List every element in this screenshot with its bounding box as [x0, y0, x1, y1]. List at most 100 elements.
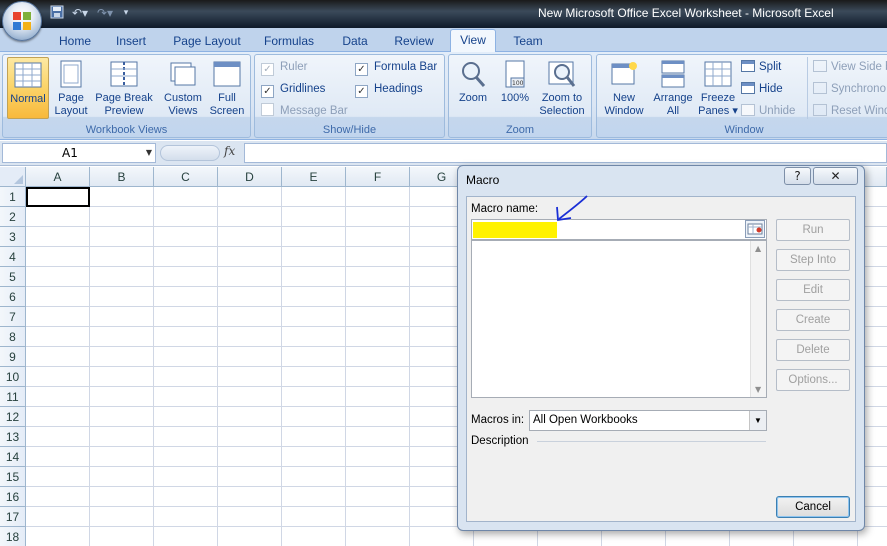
macro-list[interactable]: ▲ ▼	[471, 240, 767, 398]
chevron-down-icon[interactable]: ▼	[146, 144, 152, 162]
row-header[interactable]: 12	[0, 407, 26, 427]
row-header[interactable]: 5	[0, 267, 26, 287]
tab-insert[interactable]: Insert	[109, 32, 153, 52]
list-scrollbar[interactable]: ▲ ▼	[750, 241, 766, 397]
row-header[interactable]: 13	[0, 427, 26, 447]
zoom-selection-icon	[548, 61, 576, 87]
name-box[interactable]: A1 ▼	[2, 143, 156, 163]
unhide-window-icon	[741, 104, 755, 116]
row-header[interactable]: 1	[0, 187, 26, 207]
cancel-button[interactable]: Cancel	[776, 496, 850, 518]
row-header[interactable]: 4	[0, 247, 26, 267]
row-header[interactable]: 7	[0, 307, 26, 327]
office-button[interactable]	[2, 1, 42, 41]
headings-label: Headings	[374, 83, 423, 95]
row-header[interactable]: 10	[0, 367, 26, 387]
synchronous-scrolling-icon	[813, 82, 827, 94]
formula-bar-checkbox[interactable]: ✓ Formula Bar	[355, 58, 437, 76]
normal-view-label: Normal	[10, 93, 46, 105]
dialog-body: Macro name: ▲ ▼ Run Step Into Edit Creat…	[466, 195, 856, 522]
new-window-button[interactable]: New Window	[599, 57, 649, 119]
page-layout-icon	[60, 60, 82, 88]
customize-qat-icon[interactable]: ▾	[119, 5, 133, 21]
gridlines-checkbox[interactable]: ✓ Gridlines	[261, 80, 325, 98]
row-header[interactable]: 2	[0, 207, 26, 227]
create-button[interactable]: Create	[776, 309, 850, 331]
zoom-to-selection-button[interactable]: Zoom to Selection	[535, 57, 589, 119]
step-into-button[interactable]: Step Into	[776, 249, 850, 271]
tab-formulas[interactable]: Formulas	[259, 32, 319, 52]
custom-views-label: Custom Views	[164, 92, 202, 117]
page-layout-label: Page Layout	[54, 92, 88, 117]
headings-checkbox[interactable]: ✓ Headings	[355, 80, 423, 98]
zoom-to-selection-label: Zoom to Selection	[539, 92, 585, 117]
help-button[interactable]: ?	[784, 167, 811, 185]
delete-button[interactable]: Delete	[776, 339, 850, 361]
hide-window-button[interactable]: Hide	[741, 80, 783, 98]
unhide-window-button[interactable]: Unhide	[741, 102, 795, 120]
select-all-button[interactable]	[0, 167, 26, 187]
arrange-all-button[interactable]: Arrange All	[649, 57, 697, 119]
page-layout-view-button[interactable]: Page Layout	[51, 57, 91, 119]
column-header-f[interactable]: F	[346, 167, 410, 187]
macro-name-input[interactable]	[471, 219, 767, 240]
scroll-up-icon[interactable]: ▲	[755, 244, 761, 253]
undo-icon[interactable]: ↶▾	[69, 5, 91, 21]
group-window: New Window Arrange All Freeze Panes ▾ Sp…	[596, 54, 887, 138]
row-header[interactable]: 16	[0, 487, 26, 507]
group-label-window: Window	[724, 124, 764, 136]
column-header-d[interactable]: D	[218, 167, 282, 187]
full-screen-button[interactable]: Full Screen	[207, 57, 247, 119]
redo-icon[interactable]: ↷▾	[94, 5, 116, 21]
row-header[interactable]: 14	[0, 447, 26, 467]
column-header-b[interactable]: B	[90, 167, 154, 187]
row-header[interactable]: 8	[0, 327, 26, 347]
zoom-100-button[interactable]: 100 100%	[495, 57, 535, 119]
column-header-e[interactable]: E	[282, 167, 346, 187]
active-cell-a1[interactable]	[26, 187, 90, 207]
row-header[interactable]: 11	[0, 387, 26, 407]
reset-window-position-button[interactable]: Reset Wind	[813, 102, 887, 120]
row-header[interactable]: 6	[0, 287, 26, 307]
close-button[interactable]: ✕	[813, 167, 858, 185]
save-icon[interactable]	[48, 5, 66, 21]
ruler-checkbox[interactable]: ✓ Ruler	[261, 58, 307, 76]
tab-data[interactable]: Data	[335, 32, 375, 52]
scroll-down-icon[interactable]: ▼	[755, 385, 761, 394]
chevron-down-icon[interactable]: ▼	[749, 411, 766, 430]
ruler-label: Ruler	[280, 61, 308, 73]
formula-input[interactable]	[244, 143, 887, 163]
split-button[interactable]: Split	[741, 58, 781, 76]
edit-button[interactable]: Edit	[776, 279, 850, 301]
custom-views-button[interactable]: Custom Views	[159, 57, 207, 119]
normal-view-button[interactable]: Normal	[7, 57, 49, 119]
hide-label: Hide	[759, 83, 783, 95]
view-side-by-side-button[interactable]: View Side b	[813, 58, 887, 76]
collapse-dialog-button[interactable]	[745, 220, 765, 238]
row-header[interactable]: 3	[0, 227, 26, 247]
options-button[interactable]: Options...	[776, 369, 850, 391]
freeze-panes-label: Freeze Panes ▾	[698, 92, 738, 117]
row-header[interactable]: 15	[0, 467, 26, 487]
row-header[interactable]: 17	[0, 507, 26, 527]
macros-in-select[interactable]: All Open Workbooks ▼	[529, 410, 767, 431]
tab-view[interactable]: View	[450, 29, 496, 52]
group-label-zoom: Zoom	[505, 124, 535, 136]
split-label: Split	[759, 61, 782, 73]
column-header-a[interactable]: A	[26, 167, 90, 187]
synchronous-scrolling-button[interactable]: Synchrono	[813, 80, 886, 98]
column-header-c[interactable]: C	[154, 167, 218, 187]
tab-team[interactable]: Team	[508, 32, 548, 52]
row-header[interactable]: 18	[0, 527, 26, 546]
tab-review[interactable]: Review	[390, 32, 438, 52]
page-break-preview-button[interactable]: Page Break Preview	[93, 57, 155, 119]
run-button[interactable]: Run	[776, 219, 850, 241]
message-bar-checkbox[interactable]: Message Bar	[261, 102, 348, 120]
gridlines-label: Gridlines	[280, 83, 326, 95]
tab-page-layout[interactable]: Page Layout	[170, 32, 244, 52]
zoom-button[interactable]: Zoom	[451, 57, 495, 119]
insert-function-icon[interactable]: fx	[224, 144, 235, 158]
row-header[interactable]: 9	[0, 347, 26, 367]
tab-home[interactable]: Home	[55, 32, 95, 52]
freeze-panes-button[interactable]: Freeze Panes ▾	[697, 57, 739, 119]
